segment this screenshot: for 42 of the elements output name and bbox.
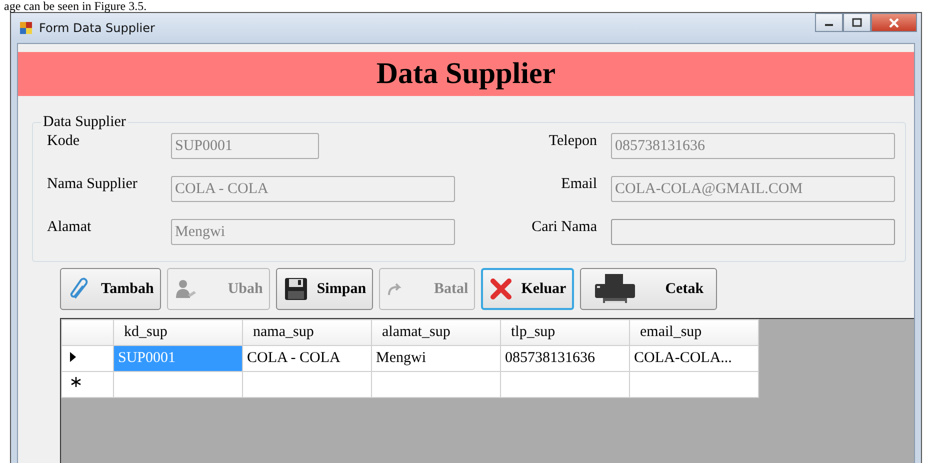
- new-row-icon: [70, 376, 82, 388]
- row-header[interactable]: [62, 372, 114, 398]
- caption-text: age can be seen in Figure 3.5.: [3, 0, 148, 12]
- print-button[interactable]: Cetak: [580, 268, 717, 310]
- table-cell[interactable]: [500, 372, 630, 398]
- save-button[interactable]: Simpan: [276, 268, 374, 310]
- column-header[interactable]: email_sup: [630, 320, 758, 346]
- close-icon: [888, 18, 900, 28]
- field-label: Alamat: [47, 219, 92, 236]
- field-label: Telepon: [548, 133, 597, 150]
- table-cell[interactable]: [114, 372, 242, 398]
- person-icon: [174, 277, 198, 301]
- table-cell[interactable]: COLA - COLA: [242, 346, 372, 372]
- close-button[interactable]: [871, 13, 917, 32]
- field-label: Nama Supplier: [47, 176, 138, 193]
- table-cell[interactable]: [372, 372, 500, 398]
- banner-title: Data Supplier: [376, 57, 556, 91]
- table-cell[interactable]: [630, 372, 758, 398]
- window-title: Form Data Supplier: [39, 21, 155, 35]
- cross-icon: [489, 277, 514, 301]
- column-header[interactable]: kd_sup: [114, 320, 242, 346]
- input-field[interactable]: [611, 219, 895, 245]
- field-label: Cari Nama: [532, 219, 597, 236]
- column-header[interactable]: tlp_sup: [500, 320, 630, 346]
- row-header[interactable]: [62, 346, 114, 372]
- table-cell[interactable]: COLA-COLA...: [630, 346, 758, 372]
- column-header[interactable]: alamat_sup: [372, 320, 500, 346]
- minimize-button[interactable]: [815, 13, 843, 32]
- maximize-icon: [852, 18, 862, 27]
- column-header[interactable]: nama_sup: [242, 320, 372, 346]
- form-icon: [19, 21, 33, 35]
- current-row-icon: [70, 352, 76, 362]
- exit-button[interactable]: Keluar: [481, 268, 574, 310]
- maximize-button[interactable]: [843, 13, 871, 32]
- field-label: Email: [561, 176, 597, 193]
- field-label: Kode: [47, 133, 80, 150]
- table-cell[interactable]: 085738131636: [500, 346, 630, 372]
- table-cell[interactable]: [242, 372, 372, 398]
- group-title: Data Supplier: [42, 114, 127, 131]
- corner-header: [62, 320, 114, 346]
- table-cell[interactable]: Mengwi: [372, 346, 500, 372]
- add-button[interactable]: Tambah: [60, 268, 161, 310]
